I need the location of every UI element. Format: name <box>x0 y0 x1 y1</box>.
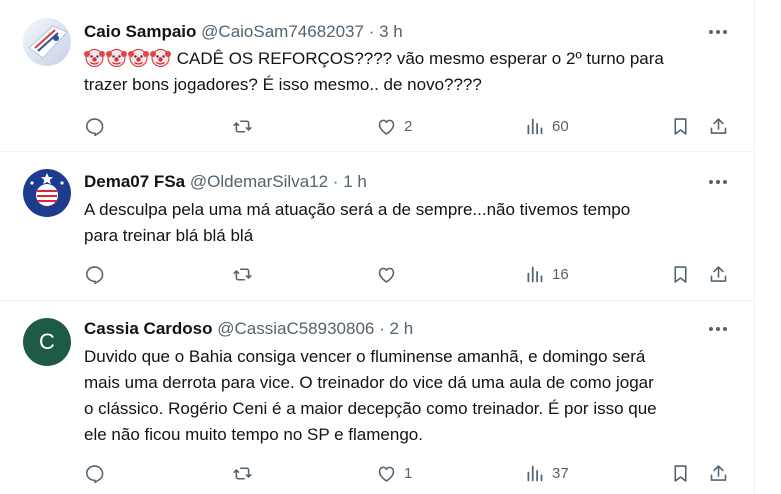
timestamp[interactable]: 2 h <box>390 319 414 338</box>
share-button[interactable] <box>708 262 729 286</box>
tweet-text: Duvido que o Bahia consiga vencer o flum… <box>84 344 734 448</box>
share-icon <box>710 464 727 481</box>
separator-dot: · <box>368 22 375 41</box>
tweet-caio-sampaio[interactable]: Caio Sampaio @CaioSam74682037 · 3 h CADÊ… <box>0 0 755 152</box>
retweet-button[interactable] <box>232 114 253 138</box>
like-icon <box>378 466 395 482</box>
bookmark-button[interactable] <box>670 262 691 286</box>
reply-button[interactable] <box>84 262 105 286</box>
bookmark-button[interactable] <box>670 461 691 485</box>
action-bar: 16 <box>84 262 744 286</box>
tweet-text-line: CADÊ OS REFORÇOS???? vão mesmo esperar o… <box>84 46 734 72</box>
bookmark-icon <box>674 265 687 283</box>
more-options-button[interactable] <box>705 22 731 42</box>
share-button[interactable] <box>708 114 729 138</box>
views-count: 16 <box>552 265 569 283</box>
more-icon <box>709 30 727 34</box>
reply-icon <box>86 464 104 483</box>
like-count: 1 <box>404 464 413 482</box>
share-button[interactable] <box>708 461 729 485</box>
views-icon <box>527 465 543 481</box>
avatar-letter: C <box>39 329 55 354</box>
bookmark-icon <box>674 464 687 482</box>
views-count: 37 <box>552 464 569 482</box>
action-bar: 1 37 <box>84 461 744 485</box>
clown-face-icon <box>84 49 105 67</box>
bookmark-icon <box>674 117 687 135</box>
user-handle[interactable]: @CaioSam74682037 <box>201 22 364 41</box>
display-name[interactable]: Cassia Cardoso <box>84 319 213 338</box>
share-icon <box>710 117 727 134</box>
retweet-button[interactable] <box>232 461 253 485</box>
avatar[interactable]: C <box>23 318 71 366</box>
bookmark-button[interactable] <box>670 114 691 138</box>
views-count: 60 <box>552 117 569 135</box>
tweet-text-line: A desculpa pela uma má atuação será a de… <box>84 200 631 219</box>
reply-icon <box>86 265 104 284</box>
tweet-text-line: ele não ficou muito tempo no SP e flamen… <box>84 425 423 444</box>
retweet-button[interactable] <box>232 262 253 286</box>
tweet-text: A desculpa pela uma má atuação será a de… <box>84 197 734 249</box>
views-button[interactable]: 37 <box>524 461 569 485</box>
avatar[interactable] <box>23 18 71 66</box>
user-handle[interactable]: @CassiaC58930806 <box>217 319 374 338</box>
more-options-button[interactable] <box>705 172 731 192</box>
tweet-header: Cassia Cardoso @CassiaC58930806 · 2 h <box>84 319 413 339</box>
reply-button[interactable] <box>84 461 105 485</box>
tweet-header: Dema07 FSa @OldemarSilva12 · 1 h <box>84 172 367 192</box>
like-icon <box>378 119 395 135</box>
views-icon <box>527 118 543 134</box>
tweet-header: Caio Sampaio @CaioSam74682037 · 3 h <box>84 22 403 42</box>
separator-dot: · <box>379 319 385 338</box>
retweet-icon <box>233 119 252 133</box>
clown-emoji-group <box>84 49 177 68</box>
retweet-icon <box>233 466 252 480</box>
tweet-dema07[interactable]: Dema07 FSa @OldemarSilva12 · 1 h A descu… <box>0 152 755 301</box>
tweet-text: CADÊ OS REFORÇOS???? vão mesmo esperar o… <box>84 46 734 98</box>
like-button[interactable] <box>376 262 397 286</box>
clown-face-icon <box>150 49 171 67</box>
like-button[interactable]: 2 <box>376 114 412 138</box>
share-icon <box>710 265 727 282</box>
display-name[interactable]: Caio Sampaio <box>84 22 196 41</box>
tweet-text-line: para treinar blá blá blá <box>84 226 254 245</box>
retweet-icon <box>233 267 252 281</box>
avatar[interactable] <box>23 169 71 217</box>
reply-button[interactable] <box>84 114 105 138</box>
user-handle[interactable]: @OldemarSilva12 <box>190 172 328 191</box>
more-options-button[interactable] <box>705 319 731 339</box>
reply-feed: Caio Sampaio @CaioSam74682037 · 3 h CADÊ… <box>0 0 755 494</box>
clown-face-icon <box>106 49 127 67</box>
tweet-text-line: mais uma derrota para vice. O treinador … <box>84 373 654 392</box>
reply-icon <box>86 117 104 136</box>
tweet-text-content: CADÊ OS REFORÇOS???? vão mesmo esperar o… <box>176 49 664 68</box>
tweet-cassia-cardoso[interactable]: C Cassia Cardoso @CassiaC58930806 · 2 h … <box>0 301 755 494</box>
like-button[interactable]: 1 <box>376 461 412 485</box>
clown-face-icon <box>128 49 149 67</box>
views-button[interactable]: 16 <box>524 262 569 286</box>
timestamp[interactable]: 3 h <box>379 22 403 41</box>
tweet-text-line: trazer bons jogadores? É isso mesmo.. de… <box>84 75 482 94</box>
tweet-text-line: Duvido que o Bahia consiga vencer o flum… <box>84 347 646 366</box>
views-icon <box>527 266 543 282</box>
tweet-text-line: o clássico. Rogério Ceni é a maior decep… <box>84 399 657 418</box>
display-name[interactable]: Dema07 FSa <box>84 172 185 191</box>
timestamp[interactable]: 1 h <box>343 172 367 191</box>
more-icon <box>709 327 727 331</box>
like-icon <box>378 267 395 283</box>
like-count: 2 <box>404 117 413 135</box>
more-icon <box>709 180 727 184</box>
separator-dot: · <box>332 172 339 191</box>
views-button[interactable]: 60 <box>524 114 569 138</box>
action-bar: 2 60 <box>84 114 744 138</box>
